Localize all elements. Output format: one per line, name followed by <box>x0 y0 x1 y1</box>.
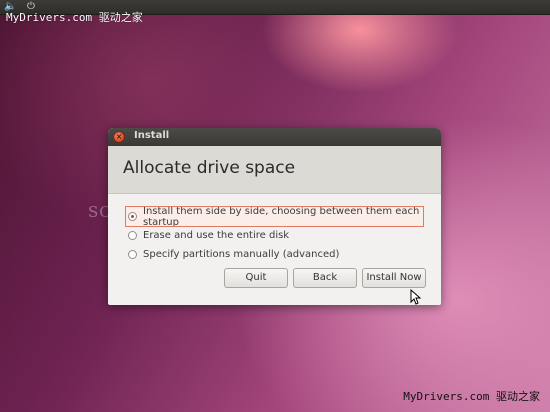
page-title: Allocate drive space <box>123 158 296 178</box>
install-now-button[interactable]: Install Now <box>362 268 426 288</box>
option-erase-disk[interactable]: Erase and use the entire disk <box>128 226 423 245</box>
partition-options: Install them side by side, choosing betw… <box>125 205 424 264</box>
option-side-by-side[interactable]: Install them side by side, choosing betw… <box>125 205 424 228</box>
option-label: Install them side by side, choosing betw… <box>143 205 420 228</box>
watermark-bottom-cn: 驱动之家 <box>496 390 540 403</box>
option-manual-partitions[interactable]: Specify partitions manually (advanced) <box>128 245 423 264</box>
header-band: Allocate drive space <box>108 146 441 194</box>
titlebar: × Install <box>108 128 441 146</box>
watermark-bottom-site: MyDrivers.com <box>403 390 490 403</box>
radio-icon[interactable] <box>128 250 137 259</box>
radio-selected-icon[interactable] <box>128 212 137 221</box>
radio-icon[interactable] <box>128 231 137 240</box>
quit-button[interactable]: Quit <box>224 268 288 288</box>
option-label: Erase and use the entire disk <box>143 230 290 241</box>
watermark-top-cn: 驱动之家 <box>98 11 143 24</box>
install-dialog: × Install Allocate drive space Install t… <box>108 128 441 305</box>
watermark-bottom: MyDrivers.com 驱动之家 <box>403 388 540 404</box>
mouse-cursor-icon <box>410 289 422 305</box>
close-icon[interactable]: × <box>114 132 124 142</box>
watermark-top: MyDrivers.com 驱动之家 <box>6 9 143 25</box>
back-button[interactable]: Back <box>293 268 357 288</box>
watermark-top-site: MyDrivers.com <box>6 11 93 24</box>
option-label: Specify partitions manually (advanced) <box>143 249 340 260</box>
window-title: Install <box>134 130 170 141</box>
